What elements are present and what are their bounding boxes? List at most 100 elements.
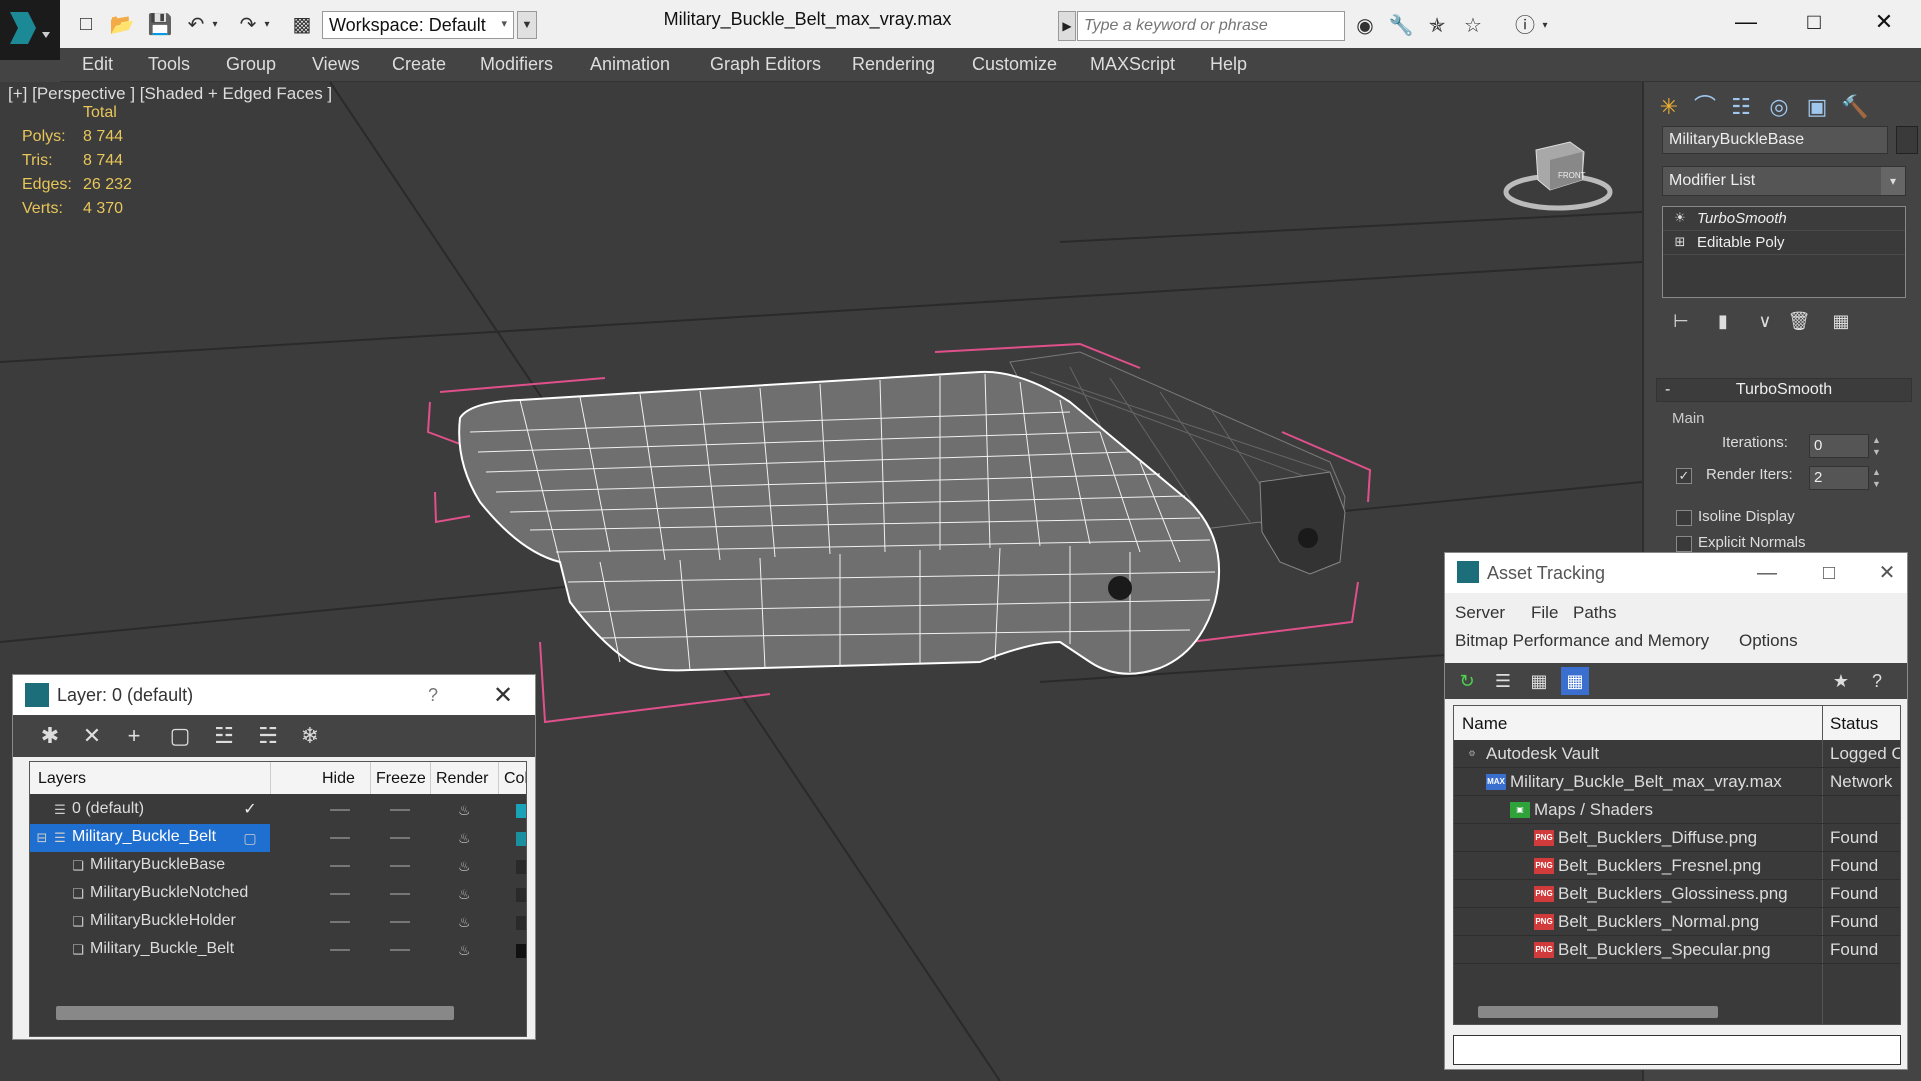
horizontal-scrollbar[interactable] <box>56 1006 454 1020</box>
freeze-toggle-icon[interactable] <box>390 893 410 895</box>
layer-row[interactable]: ☰ 0 (default) ✓ ♨ <box>30 796 526 824</box>
stack-item-editable-poly[interactable]: ⊞ Editable Poly <box>1663 231 1905 255</box>
layer-row[interactable]: ⊟ ☰ Military_Buckle_Belt ▢ ♨ <box>30 824 526 852</box>
lightbulb-icon[interactable]: ☀ <box>1673 210 1687 226</box>
layer-row[interactable]: ❏ MilitaryBuckleBase ♨ <box>30 852 526 880</box>
freeze-toggle-icon[interactable] <box>390 865 410 867</box>
menu-customize[interactable]: Customize <box>972 54 1057 75</box>
expand-plus-icon[interactable]: ⊞ <box>1673 234 1687 250</box>
layer-window-titlebar[interactable]: Layer: 0 (default) ? ✕ <box>13 675 535 715</box>
refresh-icon[interactable]: ↻ <box>1453 667 1481 695</box>
app-logo-icon[interactable] <box>0 0 60 60</box>
undo-dropdown-icon[interactable]: ▾ <box>208 11 222 37</box>
help-icon[interactable]: ⓘ <box>1510 12 1540 40</box>
rollout-header[interactable]: - TurboSmooth <box>1656 378 1912 402</box>
freeze-toggle-icon[interactable] <box>390 921 410 923</box>
col-color[interactable]: Col <box>504 770 526 788</box>
hide-toggle-icon[interactable] <box>330 921 350 923</box>
add-to-layer-icon[interactable]: + <box>117 722 151 750</box>
menu-maxscript[interactable]: MAXScript <box>1090 54 1175 75</box>
layer-color-swatch[interactable] <box>516 944 526 958</box>
thumbnail-view-icon[interactable]: ▦ <box>1525 667 1553 695</box>
render-teapot-icon[interactable]: ♨ <box>458 858 471 875</box>
motion-tab-icon[interactable]: ◎ <box>1762 92 1796 122</box>
layer-color-swatch[interactable] <box>516 888 526 902</box>
asset-row[interactable]: PNG Belt_Bucklers_Normal.png Found <box>1454 908 1900 936</box>
favorites-star-icon[interactable]: ☆ <box>1458 12 1488 40</box>
layer-color-swatch[interactable] <box>516 860 526 874</box>
create-tab-icon[interactable]: ✳ <box>1652 92 1686 122</box>
configure-modifier-sets-icon[interactable]: ▦ <box>1826 308 1856 334</box>
pin-stack-icon[interactable]: ⊢ <box>1666 308 1696 334</box>
render-iters-checkbox[interactable]: ✓ <box>1676 468 1692 484</box>
delete-layer-icon[interactable]: ✕ <box>75 722 109 750</box>
menu-help[interactable]: Help <box>1210 54 1247 75</box>
modify-tab-icon[interactable]: ⌒ <box>1688 92 1722 122</box>
col-freeze[interactable]: Freeze <box>376 770 426 788</box>
menu-views[interactable]: Views <box>312 54 360 75</box>
object-name-field[interactable]: MilitaryBuckleBase <box>1662 126 1888 154</box>
show-end-result-icon[interactable]: ▮ <box>1708 308 1738 334</box>
render-teapot-icon[interactable]: ♨ <box>458 830 471 847</box>
freeze-toggle-icon[interactable] <box>390 837 410 839</box>
new-file-icon[interactable]: □ <box>72 11 100 37</box>
menu-group[interactable]: Group <box>226 54 276 75</box>
menu-graph-editors[interactable]: Graph Editors <box>710 54 821 75</box>
menu-file[interactable]: File <box>1531 603 1558 623</box>
menu-options[interactable]: Options <box>1739 631 1798 651</box>
asset-row[interactable]: PNG Belt_Bucklers_Fresnel.png Found <box>1454 852 1900 880</box>
highlight-layer-icon[interactable]: ☳ <box>207 722 241 750</box>
open-file-icon[interactable]: 📂 <box>108 11 136 37</box>
communication-center-icon[interactable]: ✯ <box>1422 12 1452 40</box>
menu-server[interactable]: Server <box>1455 603 1505 623</box>
make-unique-icon[interactable]: ∨ <box>1750 308 1780 334</box>
help-button[interactable]: ? <box>428 685 438 706</box>
new-layer-icon[interactable]: ✱ <box>33 722 67 750</box>
search-input[interactable] <box>1077 11 1345 41</box>
table-view-icon[interactable]: ▦ <box>1561 667 1589 695</box>
active-check-icon[interactable]: ✓ <box>242 802 258 818</box>
vault-help-icon[interactable]: ★ <box>1827 667 1855 695</box>
layer-color-swatch[interactable] <box>516 804 526 818</box>
iterations-spinner[interactable]: 0 <box>1809 434 1869 458</box>
render-teapot-icon[interactable]: ♨ <box>458 802 471 819</box>
render-teapot-icon[interactable]: ♨ <box>458 886 471 903</box>
hide-toggle-icon[interactable] <box>330 893 350 895</box>
render-iters-spinner[interactable]: 2 <box>1809 466 1869 490</box>
asset-row[interactable]: PNG Belt_Bucklers_Glossiness.png Found <box>1454 880 1900 908</box>
project-folder-icon[interactable]: ▩ <box>288 11 316 37</box>
menu-animation[interactable]: Animation <box>590 54 670 75</box>
menu-tools[interactable]: Tools <box>148 54 190 75</box>
spinner-arrows-icon[interactable]: ▲ ▼ <box>1872 434 1881 458</box>
col-name[interactable]: Name <box>1462 714 1507 734</box>
hide-toggle-icon[interactable] <box>330 949 350 951</box>
freeze-toggle-icon[interactable] <box>390 949 410 951</box>
list-view-icon[interactable]: ☰ <box>1489 667 1517 695</box>
minimize-button[interactable]: — <box>1747 557 1787 589</box>
search-expand-icon[interactable]: ▶ <box>1058 11 1076 41</box>
maximize-button[interactable]: □ <box>1809 557 1849 589</box>
viewport-label[interactable]: [+] [Perspective ] [Shaded + Edged Faces… <box>8 84 332 104</box>
modifier-list-dropdown[interactable]: Modifier List ▾ <box>1662 166 1906 196</box>
undo-icon[interactable]: ↶ <box>182 11 210 37</box>
menu-edit[interactable]: Edit <box>82 54 113 75</box>
layer-row[interactable]: ❏ MilitaryBuckleNotched ♨ <box>30 880 526 908</box>
render-teapot-icon[interactable]: ♨ <box>458 914 471 931</box>
tools-icon[interactable]: 🔧 <box>1386 12 1416 40</box>
help-dropdown-icon[interactable]: ▾ <box>1538 12 1552 40</box>
asset-row[interactable]: ⚙ Autodesk Vault Logged O <box>1454 740 1900 768</box>
workspace-menu-button[interactable]: ▼ <box>517 11 537 39</box>
asset-row[interactable]: PNG Belt_Bucklers_Diffuse.png Found <box>1454 824 1900 852</box>
menu-bitmap-performance[interactable]: Bitmap Performance and Memory <box>1455 631 1709 651</box>
menu-paths[interactable]: Paths <box>1573 603 1616 623</box>
minimize-button[interactable]: — <box>1718 4 1774 40</box>
hide-toggle-icon[interactable] <box>330 837 350 839</box>
render-teapot-icon[interactable]: ♨ <box>458 942 471 959</box>
save-file-icon[interactable]: 💾 <box>146 11 174 37</box>
hide-all-icon[interactable]: ☵ <box>251 722 285 750</box>
freeze-toggle-icon[interactable] <box>390 809 410 811</box>
binoculars-icon[interactable]: ◉ <box>1350 12 1380 40</box>
workspace-dropdown[interactable]: Workspace: Default ▾ <box>322 11 514 39</box>
hierarchy-tab-icon[interactable]: ☷ <box>1724 92 1758 122</box>
horizontal-scrollbar[interactable] <box>1478 1006 1718 1018</box>
